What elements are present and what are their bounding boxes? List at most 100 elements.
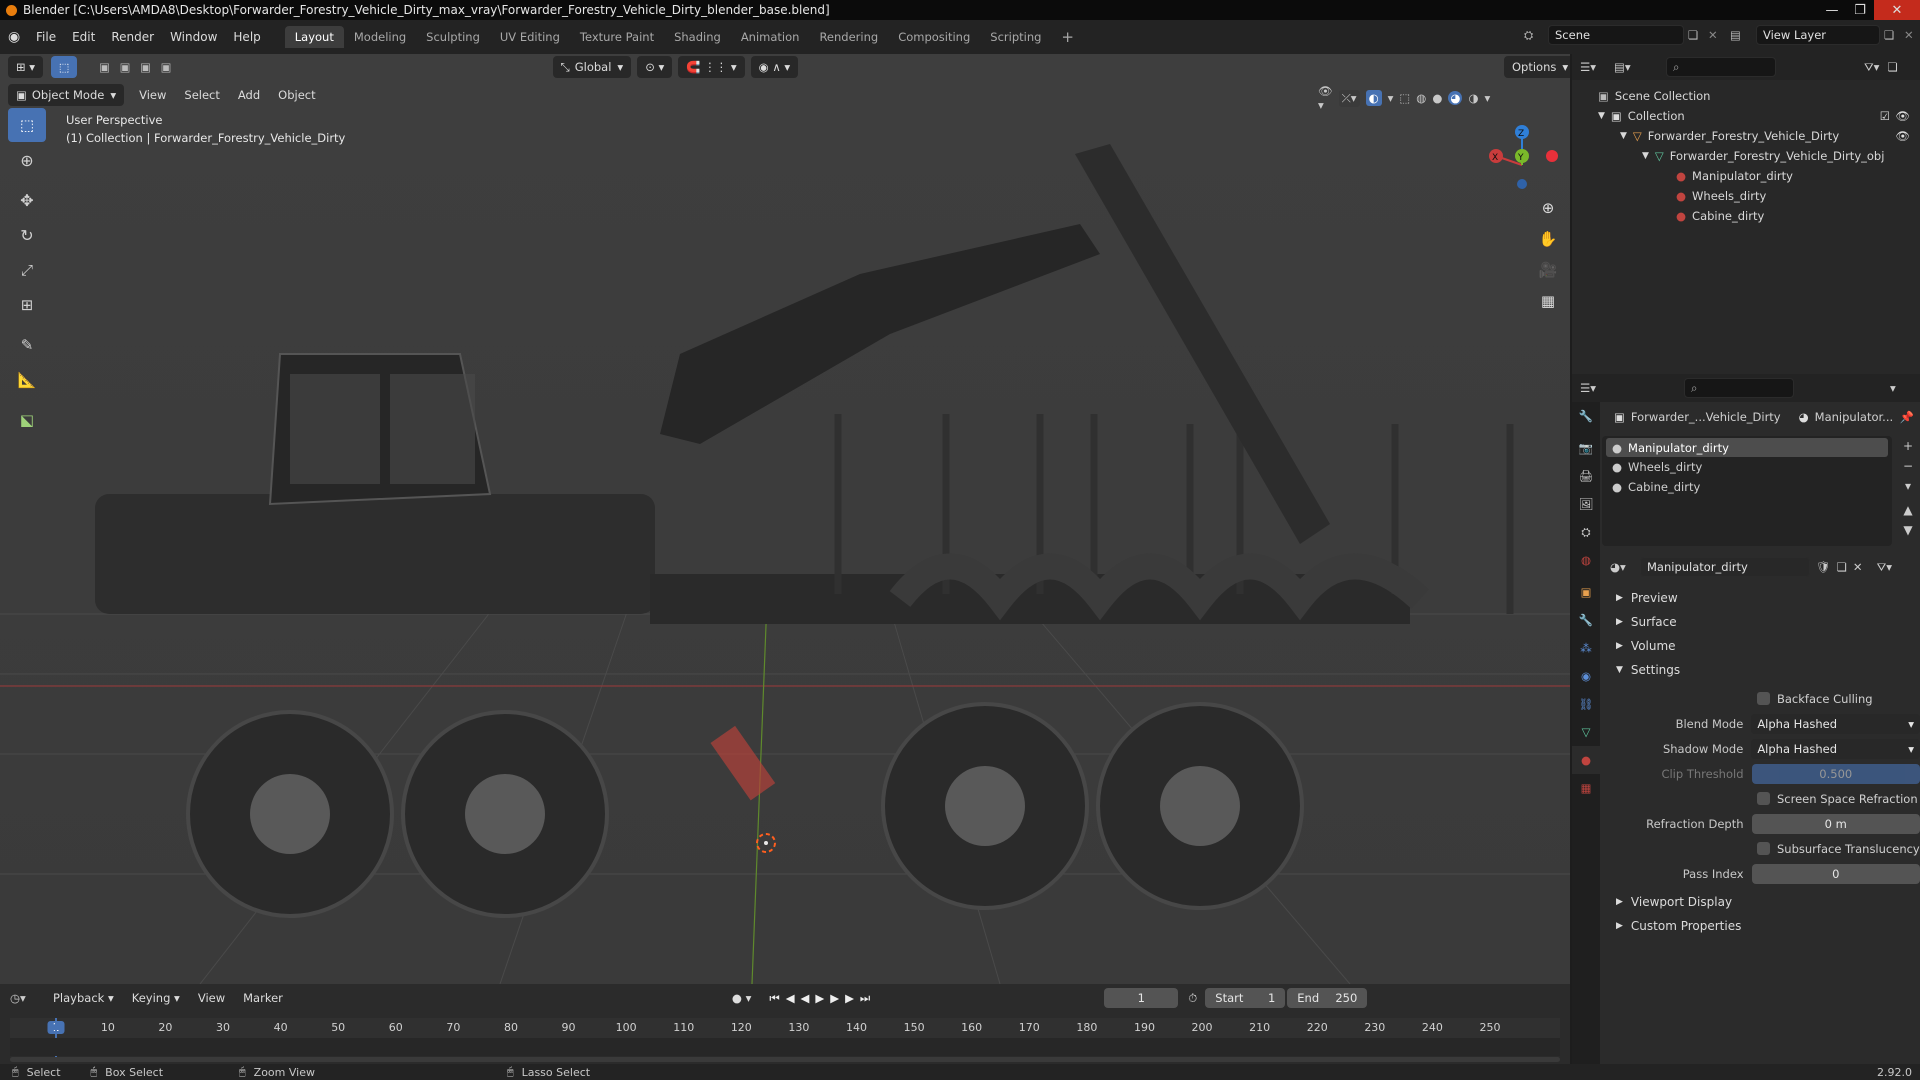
rotate-tool-icon[interactable]: ↻ bbox=[8, 218, 46, 252]
pan-hand-icon[interactable]: ✋ bbox=[1534, 225, 1562, 253]
menu-file[interactable]: File bbox=[28, 30, 64, 44]
render-tab-icon[interactable]: 📷 bbox=[1572, 434, 1600, 462]
tab-compositing[interactable]: Compositing bbox=[888, 26, 980, 48]
timeline-menu-keying[interactable]: Keying ▾ bbox=[123, 991, 189, 1005]
zoom-icon[interactable]: ⊕ bbox=[1534, 194, 1562, 222]
end-frame-field[interactable]: End 250 bbox=[1287, 988, 1368, 1008]
properties-editor-type-icon[interactable]: ☰▾ bbox=[1580, 381, 1614, 395]
remove-view-layer-icon[interactable]: ✕ bbox=[1904, 28, 1920, 42]
material-tab-icon[interactable]: ● bbox=[1572, 746, 1600, 774]
tab-sculpting[interactable]: Sculpting bbox=[416, 26, 490, 48]
forwarder-vehicle[interactable] bbox=[95, 144, 1514, 918]
selection-modes[interactable]: ▣ ▣ ▣ ▣ bbox=[99, 60, 174, 74]
refraction-depth-field[interactable]: 0 m bbox=[1751, 813, 1920, 834]
menu-edit[interactable]: Edit bbox=[64, 30, 103, 44]
mode-dropdown[interactable]: ▣ Object Mode ▾ bbox=[8, 84, 125, 106]
section-settings[interactable]: ▼ Settings bbox=[1602, 658, 1920, 682]
filter-icon[interactable]: ⛛▾ bbox=[1864, 60, 1879, 75]
section-custom-properties[interactable]: ▶ Custom Properties bbox=[1602, 914, 1920, 938]
menu-render[interactable]: Render bbox=[103, 30, 162, 44]
properties-options-icon[interactable]: ▾ bbox=[1890, 381, 1896, 395]
navigation-gizmo[interactable]: Z X Y bbox=[1470, 110, 1560, 200]
menu-window[interactable]: Window bbox=[162, 30, 225, 44]
move-up-icon[interactable]: ▲ bbox=[1896, 500, 1920, 520]
unlink-material-icon[interactable]: ✕ bbox=[1853, 560, 1863, 574]
outliner-material[interactable]: ● Cabine_dirty bbox=[1572, 206, 1920, 226]
backface-culling-checkbox[interactable] bbox=[1757, 692, 1770, 705]
outliner-material[interactable]: ● Wheels_dirty bbox=[1572, 186, 1920, 206]
3d-cursor[interactable] bbox=[756, 833, 776, 853]
keyframe-area[interactable] bbox=[10, 1038, 1560, 1056]
scene-icon[interactable]: ⛭ bbox=[1524, 28, 1548, 43]
viewport-menu-object[interactable]: Object bbox=[269, 88, 324, 102]
current-frame-field[interactable]: 1 bbox=[1104, 988, 1179, 1008]
section-volume[interactable]: ▶ Volume bbox=[1602, 634, 1920, 658]
remove-scene-icon[interactable]: ✕ bbox=[1708, 28, 1724, 42]
blender-menu-icon[interactable]: ◉ bbox=[8, 29, 28, 45]
fake-user-icon[interactable]: 🛡 bbox=[1816, 560, 1831, 574]
data-tab-icon[interactable]: ▽ bbox=[1572, 718, 1600, 746]
cursor-tool-icon[interactable]: ⊕ bbox=[8, 143, 46, 177]
tab-scripting[interactable]: Scripting bbox=[980, 26, 1051, 48]
measure-tool-icon[interactable]: 📐 bbox=[8, 363, 46, 397]
eye-icon[interactable]: 👁 bbox=[1895, 129, 1910, 143]
browse-material-icon[interactable]: ◕▾ bbox=[1610, 560, 1640, 574]
section-viewport-display[interactable]: ▶ Viewport Display bbox=[1602, 890, 1920, 914]
clip-threshold-slider[interactable]: 0.500 bbox=[1751, 763, 1920, 784]
timeline-menu-view[interactable]: View bbox=[189, 991, 234, 1005]
overlay-dropdown-icon[interactable]: ▾ bbox=[1388, 91, 1394, 105]
expand-arrow-icon[interactable]: ▼ bbox=[1598, 111, 1605, 121]
snap-toggle[interactable]: 🧲 ⋮⋮ ▾ bbox=[678, 56, 745, 78]
remove-slot-button[interactable]: − bbox=[1896, 456, 1920, 476]
frame-ruler[interactable]: 1102030405060708090100110120130140150160… bbox=[10, 1018, 1560, 1038]
new-view-layer-icon[interactable]: ❏ bbox=[1884, 28, 1904, 42]
view-layer-icon[interactable]: ▤ bbox=[1730, 28, 1756, 42]
annotate-tool-icon[interactable]: ✎ bbox=[8, 328, 46, 362]
expand-arrow-icon[interactable]: ▼ bbox=[1642, 151, 1649, 161]
pin-icon[interactable]: 📌 bbox=[1900, 410, 1914, 424]
rendered-shading-icon[interactable]: ◑ bbox=[1468, 91, 1478, 105]
material-shading-icon[interactable]: ◕ bbox=[1448, 91, 1463, 105]
timeline-menu-playback[interactable]: Playback ▾ bbox=[44, 991, 123, 1005]
subsurface-checkbox[interactable] bbox=[1757, 842, 1770, 855]
timeline-scrollbar[interactable] bbox=[10, 1057, 1560, 1062]
playback-controls[interactable]: ⏮◀◀▶▶▶⏭ bbox=[769, 991, 876, 1006]
add-workspace-button[interactable]: + bbox=[1051, 26, 1084, 48]
outliner-scene-collection[interactable]: ▣ Scene Collection bbox=[1572, 86, 1920, 106]
physics-tab-icon[interactable]: ◉ bbox=[1572, 662, 1600, 690]
view-layer-tab-icon[interactable]: 🖼 bbox=[1572, 490, 1600, 518]
blend-mode-dropdown[interactable]: Alpha Hashed ▾ bbox=[1751, 713, 1920, 734]
outliner-search-input[interactable]: ⌕ bbox=[1666, 57, 1776, 77]
outliner-mesh[interactable]: ▼ ▽ Forwarder_Forestry_Vehicle_Dirty_obj bbox=[1572, 146, 1920, 166]
add-cube-tool-icon[interactable]: ⬕ bbox=[8, 403, 46, 437]
outliner-collection[interactable]: ▼ ▣ Collection ☑ 👁 bbox=[1572, 106, 1920, 126]
tab-rendering[interactable]: Rendering bbox=[809, 26, 888, 48]
output-tab-icon[interactable]: 🖨 bbox=[1572, 462, 1600, 490]
viewport-menu-select[interactable]: Select bbox=[175, 88, 228, 102]
tool-tab-icon[interactable]: 🔧 bbox=[1572, 402, 1600, 430]
display-mode-icon[interactable]: ▤▾ bbox=[1614, 60, 1648, 74]
shadow-mode-dropdown[interactable]: Alpha Hashed ▾ bbox=[1751, 738, 1920, 759]
gizmo-toggle-icon[interactable]: ⤫▾ bbox=[1338, 89, 1360, 107]
camera-view-icon[interactable]: 🎥 bbox=[1534, 256, 1562, 284]
scale-tool-icon[interactable]: ⤢ bbox=[8, 253, 46, 287]
overlay-toggle-icon[interactable]: ◐ bbox=[1365, 90, 1382, 106]
duplicate-material-icon[interactable]: ❏ bbox=[1837, 560, 1847, 574]
ssr-checkbox[interactable] bbox=[1757, 792, 1770, 805]
world-tab-icon[interactable]: ◍ bbox=[1572, 546, 1600, 574]
clock-icon[interactable]: ⏱ bbox=[1188, 991, 1197, 1006]
slot-specials-icon[interactable]: ▾ bbox=[1896, 476, 1920, 496]
new-collection-icon[interactable]: ❏ bbox=[1887, 60, 1897, 74]
start-frame-field[interactable]: Start 1 bbox=[1205, 988, 1286, 1008]
viewport-menu-view[interactable]: View bbox=[130, 88, 175, 102]
tab-texture-paint[interactable]: Texture Paint bbox=[570, 26, 664, 48]
eye-icon[interactable]: 👁 bbox=[1895, 109, 1910, 123]
expand-arrow-icon[interactable]: ▼ bbox=[1620, 131, 1627, 141]
object-tab-icon[interactable]: ▣ bbox=[1572, 578, 1600, 606]
modifiers-tab-icon[interactable]: 🔧 bbox=[1572, 606, 1600, 634]
material-name-field[interactable]: Manipulator_dirty bbox=[1640, 557, 1810, 577]
timeline-menu-marker[interactable]: Marker bbox=[234, 991, 292, 1005]
shading-dropdown-icon[interactable]: ▾ bbox=[1484, 91, 1490, 105]
editor-type-button[interactable]: ⊞ ▾ bbox=[8, 56, 44, 78]
add-slot-button[interactable]: + bbox=[1896, 436, 1920, 456]
